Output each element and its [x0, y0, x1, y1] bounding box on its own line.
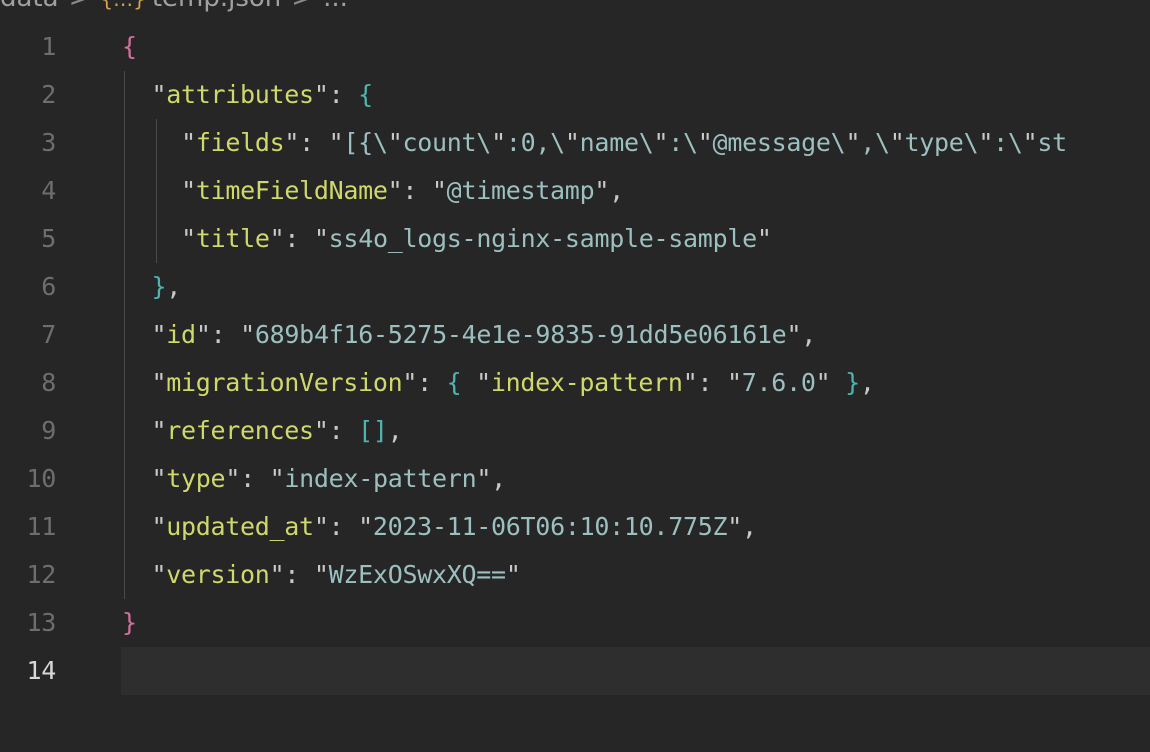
code-line[interactable]: 1{ [0, 23, 1150, 71]
code-line[interactable]: 11 "updated_at": "2023-11-06T06:10:10.77… [0, 503, 1150, 551]
json-file-icon: {…} [100, 0, 145, 11]
line-text[interactable]: "timeFieldName": "@timestamp", [122, 167, 624, 215]
line-number: 11 [26, 512, 56, 541]
line-text[interactable]: "migrationVersion": { "index-pattern": "… [122, 359, 875, 407]
breadcrumb-folder[interactable]: data [0, 0, 59, 13]
code-editor[interactable]: 1{2 "attributes": {3 "fields": "[{\"coun… [0, 23, 1150, 752]
code-line[interactable]: 6 }, [0, 263, 1150, 311]
chevron-right-icon: > [291, 0, 313, 13]
code-line[interactable]: 9 "references": [], [0, 407, 1150, 455]
code-line[interactable]: 3 "fields": "[{\"count\":0,\"name\":\"@m… [0, 119, 1150, 167]
line-number: 3 [41, 128, 56, 157]
code-line[interactable]: 14 [0, 647, 1150, 695]
breadcrumb-file[interactable]: temp.json [152, 0, 281, 13]
line-text[interactable]: "fields": "[{\"count\":0,\"name\":\"@mes… [122, 119, 1067, 167]
line-text[interactable]: "references": [], [122, 407, 403, 455]
code-line[interactable]: 2 "attributes": { [0, 71, 1150, 119]
line-text[interactable]: } [122, 599, 137, 647]
line-text[interactable]: "title": "ss4o_logs-nginx-sample-sample" [122, 215, 772, 263]
code-line[interactable]: 8 "migrationVersion": { "index-pattern":… [0, 359, 1150, 407]
line-text[interactable]: "version": "WzExOSwxXQ==" [122, 551, 521, 599]
line-number: 10 [26, 464, 56, 493]
line-number: 5 [41, 224, 56, 253]
line-number: 8 [41, 368, 56, 397]
code-line[interactable]: 5 "title": "ss4o_logs-nginx-sample-sampl… [0, 215, 1150, 263]
line-number: 12 [26, 560, 56, 589]
line-text[interactable]: "type": "index-pattern", [122, 455, 507, 503]
line-text[interactable]: "attributes": { [122, 71, 374, 119]
line-number: 6 [41, 272, 56, 301]
line-text[interactable]: "updated_at": "2023-11-06T06:10:10.775Z"… [122, 503, 758, 551]
chevron-right-icon: > [69, 0, 91, 13]
line-number: 14 [26, 656, 56, 685]
code-line[interactable]: 10 "type": "index-pattern", [0, 455, 1150, 503]
breadcrumb-symbols[interactable]: ... [323, 0, 348, 13]
line-number: 1 [41, 32, 56, 61]
code-line[interactable]: 13} [0, 599, 1150, 647]
line-number: 9 [41, 416, 56, 445]
line-text[interactable]: "id": "689b4f16-5275-4e1e-9835-91dd5e061… [122, 311, 817, 359]
current-line-highlight [121, 647, 1150, 695]
line-number: 4 [41, 176, 56, 205]
line-number: 2 [41, 80, 56, 109]
line-text[interactable]: { [122, 23, 137, 71]
line-text[interactable]: }, [122, 263, 182, 311]
code-line[interactable]: 7 "id": "689b4f16-5275-4e1e-9835-91dd5e0… [0, 311, 1150, 359]
line-number: 7 [41, 320, 56, 349]
breadcrumb: data > {…} temp.json >... [0, 0, 348, 13]
line-number: 13 [26, 608, 56, 637]
code-line[interactable]: 12 "version": "WzExOSwxXQ==" [0, 551, 1150, 599]
code-line[interactable]: 4 "timeFieldName": "@timestamp", [0, 167, 1150, 215]
